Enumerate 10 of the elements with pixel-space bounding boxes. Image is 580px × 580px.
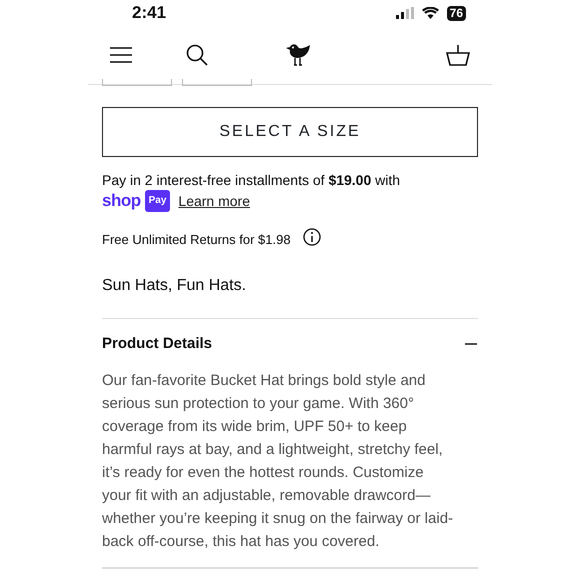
accordion-title[interactable]: Product Details [102, 332, 212, 355]
tagline-text: Sun Hats, Fun Hats. [102, 274, 478, 318]
shop-pay-logo: shop Pay [102, 190, 170, 212]
select-size-button[interactable]: SELECT A SIZE [102, 107, 478, 157]
status-time: 2:41 [132, 2, 166, 24]
installment-text: Pay in 2 interest-free installments of $19.00 with [102, 171, 402, 190]
learn-more-link[interactable]: Learn more [178, 191, 250, 211]
product-description: Our fan-favorite Bucket Hat brings bold style and serious sun protection to your game. With 360° coverage from its wide brim, UPF 50+ to keep harmful rays at bay, and a lightweight, stretchy feel, it’s ready for even the hottest rounds. Customize your fit with an adjustable, removable drawcord—whether you’re keeping it snug on the fairway or laid-back off-course, this hat has you covered. [102, 371, 454, 552]
battery-level: 76 [446, 6, 466, 20]
returns-text: Free Unlimited Returns for $1.98 [102, 231, 291, 249]
